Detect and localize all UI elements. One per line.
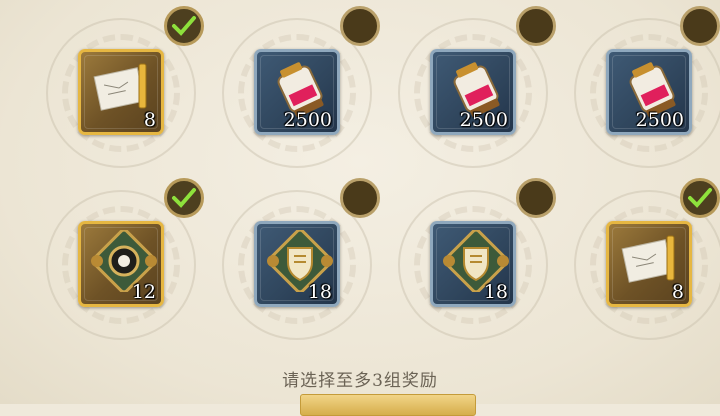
checkmark-icon: [688, 188, 712, 208]
selection-checkbox[interactable]: [164, 178, 204, 218]
reward-slot-7[interactable]: 18: [398, 178, 556, 340]
reward-card[interactable]: 12: [78, 221, 164, 307]
reward-card[interactable]: 18: [430, 221, 516, 307]
item-count: 18: [307, 281, 332, 303]
reward-slot-3[interactable]: 2500: [398, 6, 556, 168]
selection-checkbox[interactable]: [680, 178, 720, 218]
checkmark-icon: [172, 188, 196, 208]
selection-checkbox[interactable]: [680, 6, 720, 46]
item-count: 2500: [635, 109, 684, 131]
reward-card[interactable]: 2500: [606, 49, 692, 135]
item-count: 12: [131, 281, 156, 303]
item-count: 2500: [283, 109, 332, 131]
selection-checkbox[interactable]: [340, 178, 380, 218]
selection-checkbox[interactable]: [164, 6, 204, 46]
item-count: 18: [483, 281, 508, 303]
checkmark-icon: [172, 16, 196, 36]
selection-checkbox[interactable]: [516, 178, 556, 218]
item-count: 2500: [459, 109, 508, 131]
reward-slot-4[interactable]: 2500: [574, 6, 720, 168]
reward-card[interactable]: 2500: [254, 49, 340, 135]
reward-card[interactable]: 2500: [430, 49, 516, 135]
reward-card[interactable]: 8: [606, 221, 692, 307]
item-count: 8: [671, 281, 684, 303]
selection-checkbox[interactable]: [516, 6, 556, 46]
reward-card[interactable]: 18: [254, 221, 340, 307]
reward-slot-1[interactable]: 8: [46, 6, 204, 168]
confirm-button[interactable]: [300, 394, 476, 416]
reward-slot-8[interactable]: 8: [574, 178, 720, 340]
reward-slot-2[interactable]: 2500: [222, 6, 380, 168]
item-count: 8: [143, 109, 156, 131]
selection-hint: 请选择至多3组奖励: [282, 371, 438, 391]
reward-card[interactable]: 8: [78, 49, 164, 135]
reward-slot-6[interactable]: 18: [222, 178, 380, 340]
reward-slot-5[interactable]: 12: [46, 178, 204, 340]
selection-checkbox[interactable]: [340, 6, 380, 46]
